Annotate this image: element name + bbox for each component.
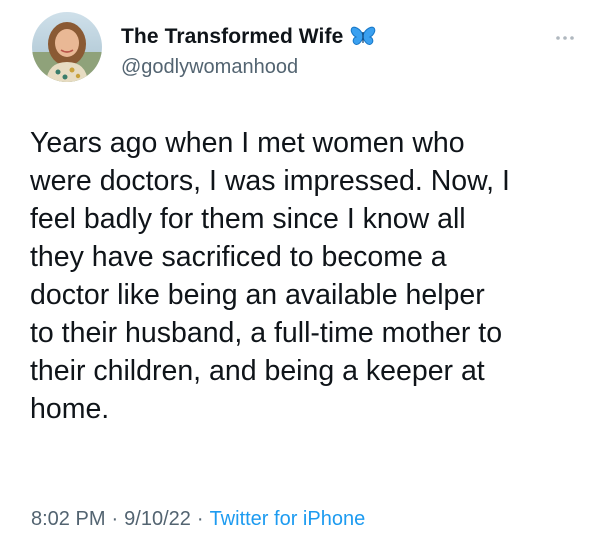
more-icon[interactable] xyxy=(553,30,577,40)
tweet-time[interactable]: 8:02 PM xyxy=(31,506,105,532)
tweet: The Transformed Wife @godlywomanhood Yea… xyxy=(0,0,600,544)
separator: · xyxy=(111,508,119,530)
avatar-photo xyxy=(32,12,102,82)
tweet-metadata: 8:02 PM · 9/10/22 · Twitter for iPhone xyxy=(31,506,365,532)
avatar[interactable] xyxy=(32,12,102,82)
author-name-row[interactable]: The Transformed Wife xyxy=(121,24,376,50)
author-handle[interactable]: @godlywomanhood xyxy=(121,54,298,80)
butterfly-icon xyxy=(350,26,376,48)
tweet-source-link[interactable]: Twitter for iPhone xyxy=(210,506,366,532)
display-name[interactable]: The Transformed Wife xyxy=(121,24,343,50)
tweet-date[interactable]: 9/10/22 xyxy=(124,506,191,532)
tweet-text: Years ago when I met women who were doct… xyxy=(30,127,510,425)
separator: · xyxy=(196,508,204,530)
